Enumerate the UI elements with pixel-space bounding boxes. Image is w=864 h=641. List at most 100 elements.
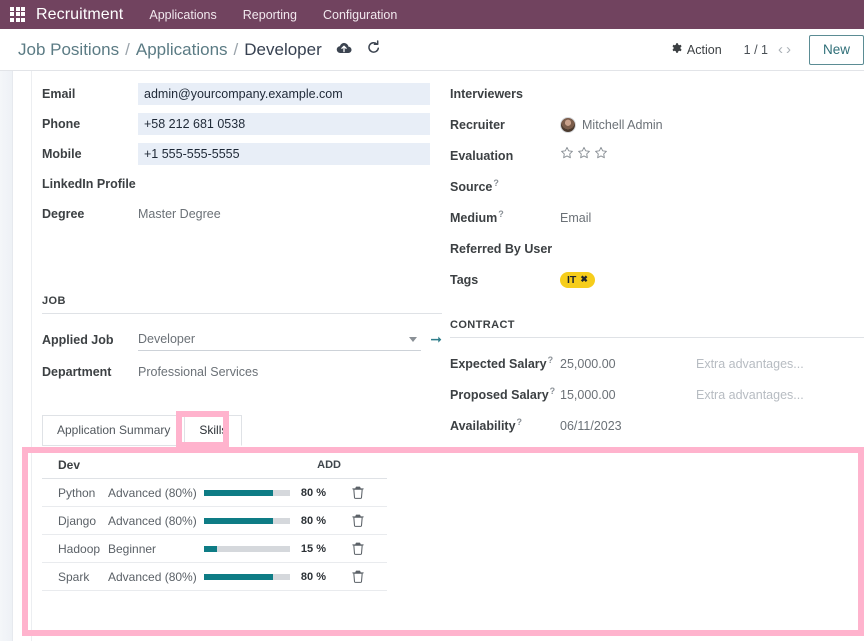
help-icon[interactable]: ? bbox=[498, 209, 504, 219]
field-email-input[interactable]: admin@yourcompany.example.com bbox=[138, 82, 430, 105]
chevron-down-icon[interactable] bbox=[409, 336, 418, 342]
field-phone-input[interactable]: +58 212 681 0538 bbox=[138, 112, 430, 135]
action-button[interactable]: Action bbox=[670, 42, 722, 57]
skill-name: Hadoop bbox=[58, 541, 101, 556]
field-recruiter-value: Mitchell Admin bbox=[582, 117, 663, 132]
field-proposed-salary-extra[interactable]: Extra advantages... bbox=[696, 388, 864, 402]
tab-application-summary[interactable]: Application Summary bbox=[42, 415, 186, 446]
help-icon[interactable]: ? bbox=[550, 386, 556, 396]
skill-progress-bar bbox=[204, 573, 290, 580]
trash-icon[interactable] bbox=[328, 542, 387, 555]
table-row[interactable]: Django Advanced (80%) 80 % bbox=[42, 507, 387, 535]
field-mobile-input[interactable]: +1 555-555-5555 bbox=[138, 142, 430, 165]
help-icon[interactable]: ? bbox=[493, 178, 499, 188]
field-source: Source? bbox=[450, 172, 864, 201]
field-recruiter-label: Recruiter bbox=[450, 117, 505, 132]
field-recruiter-value-wrap[interactable]: Mitchell Admin bbox=[560, 116, 864, 133]
field-referred-by-user-label: Referred By User bbox=[450, 241, 553, 256]
field-interviewers-label: Interviewers bbox=[450, 86, 523, 101]
field-degree-value[interactable]: Master Degree bbox=[138, 207, 442, 221]
skills-table-header: Dev ADD bbox=[42, 452, 387, 479]
field-medium-value[interactable]: Email bbox=[560, 211, 864, 225]
star-outline-icon[interactable] bbox=[594, 146, 608, 165]
skill-level: Advanced (80%) bbox=[108, 569, 197, 584]
chevron-left-icon[interactable]: ‹ bbox=[778, 42, 783, 57]
arrow-right-icon[interactable]: ➞ bbox=[430, 331, 442, 348]
record-pager: 1 / 1 bbox=[743, 42, 768, 57]
menu-item-configuration[interactable]: Configuration bbox=[323, 8, 397, 22]
top-app-bar: Recruitment Applications Reporting Confi… bbox=[0, 0, 864, 29]
field-expected-salary-extra[interactable]: Extra advantages... bbox=[696, 357, 864, 371]
field-expected-salary-value[interactable]: 25,000.00 bbox=[560, 357, 696, 371]
star-outline-icon[interactable] bbox=[577, 146, 591, 165]
grid-apps-icon[interactable] bbox=[10, 6, 26, 23]
field-expected-salary-label: Expected Salary? bbox=[450, 355, 560, 371]
skill-level: Advanced (80%) bbox=[108, 485, 197, 500]
avatar bbox=[560, 116, 576, 133]
field-interviewers: Interviewers bbox=[450, 79, 864, 108]
skill-percent: 80 % bbox=[300, 486, 326, 499]
table-row[interactable]: Python Advanced (80%) 80 % bbox=[42, 479, 387, 507]
field-linkedin-profile: LinkedIn Profile bbox=[42, 169, 442, 198]
field-referred-by-user: Referred By User bbox=[450, 234, 864, 263]
status-badge[interactable]: IT ✖ bbox=[560, 271, 595, 288]
breadcrumb: Job Positions / Applications / Developer bbox=[0, 40, 381, 60]
menu-item-applications[interactable]: Applications bbox=[149, 8, 216, 22]
field-tags: Tags IT ✖ bbox=[450, 265, 864, 294]
skill-name: Python bbox=[58, 485, 96, 500]
field-linkedin-profile-label: LinkedIn Profile bbox=[42, 176, 136, 191]
app-brand-title[interactable]: Recruitment bbox=[36, 6, 123, 24]
form-column-right: Interviewers Recruiter Mitchell Admin Ev… bbox=[450, 71, 864, 440]
trash-icon[interactable] bbox=[328, 514, 387, 527]
cloud-upload-icon[interactable] bbox=[336, 41, 352, 55]
help-icon[interactable]: ? bbox=[517, 417, 523, 427]
evaluation-stars[interactable] bbox=[560, 146, 608, 165]
field-applied-job-select[interactable]: Developer bbox=[138, 329, 422, 351]
field-source-label: Source? bbox=[450, 178, 560, 194]
field-availability-value[interactable]: 06/11/2023 bbox=[560, 419, 696, 433]
field-medium: Medium? Email bbox=[450, 203, 864, 232]
table-row[interactable]: Hadoop Beginner 15 % bbox=[42, 535, 387, 563]
field-expected-salary-label-text: Expected Salary bbox=[450, 357, 547, 372]
form-column-left: Email admin@yourcompany.example.com Phon… bbox=[42, 71, 442, 386]
skill-percent: 15 % bbox=[300, 542, 326, 555]
field-mobile: Mobile +1 555-555-5555 bbox=[42, 139, 442, 168]
star-outline-icon[interactable] bbox=[560, 146, 574, 165]
breadcrumb-item-job-positions[interactable]: Job Positions bbox=[18, 40, 119, 60]
field-evaluation: Evaluation bbox=[450, 141, 864, 170]
field-phone: Phone +58 212 681 0538 bbox=[42, 109, 442, 138]
skill-level: Advanced (80%) bbox=[108, 513, 197, 528]
trash-icon[interactable] bbox=[328, 486, 387, 499]
menu-item-reporting[interactable]: Reporting bbox=[243, 8, 297, 22]
new-button[interactable]: New bbox=[808, 34, 864, 65]
notebook-tabs: Application Summary Skills bbox=[42, 415, 243, 446]
field-degree-label: Degree bbox=[42, 206, 85, 221]
field-applied-job-label: Applied Job bbox=[42, 332, 114, 347]
add-skill-button[interactable]: ADD bbox=[317, 459, 387, 471]
breadcrumb-separator: / bbox=[233, 39, 239, 59]
field-proposed-salary-value[interactable]: 15,000.00 bbox=[560, 388, 696, 402]
undo-icon[interactable] bbox=[366, 40, 381, 55]
breadcrumb-item-applications[interactable]: Applications bbox=[136, 40, 228, 60]
chevron-right-icon[interactable]: › bbox=[786, 42, 791, 57]
table-row[interactable]: Spark Advanced (80%) 80 % bbox=[42, 563, 387, 591]
field-medium-label-text: Medium bbox=[450, 211, 498, 226]
skill-progress-bar bbox=[204, 489, 290, 496]
help-icon[interactable]: ? bbox=[548, 355, 554, 365]
skill-percent: 80 % bbox=[300, 570, 326, 583]
gear-icon bbox=[670, 42, 682, 57]
sheet-left-margin bbox=[13, 71, 32, 641]
field-tags-value[interactable]: IT ✖ bbox=[560, 271, 864, 288]
field-recruiter: Recruiter Mitchell Admin bbox=[450, 110, 864, 139]
skill-percent: 80 % bbox=[300, 514, 326, 527]
trash-icon[interactable] bbox=[328, 570, 387, 583]
tag-label: IT bbox=[567, 273, 577, 286]
tab-skills[interactable]: Skills bbox=[185, 415, 243, 446]
left-scroll-gutter[interactable] bbox=[0, 71, 13, 641]
close-icon[interactable]: ✖ bbox=[580, 274, 588, 285]
breadcrumb-separator: / bbox=[125, 39, 130, 59]
field-department-value[interactable]: Professional Services bbox=[138, 365, 442, 379]
field-department-label: Department bbox=[42, 364, 112, 379]
field-medium-label: Medium? bbox=[450, 209, 560, 225]
skill-progress-bar bbox=[204, 545, 290, 552]
